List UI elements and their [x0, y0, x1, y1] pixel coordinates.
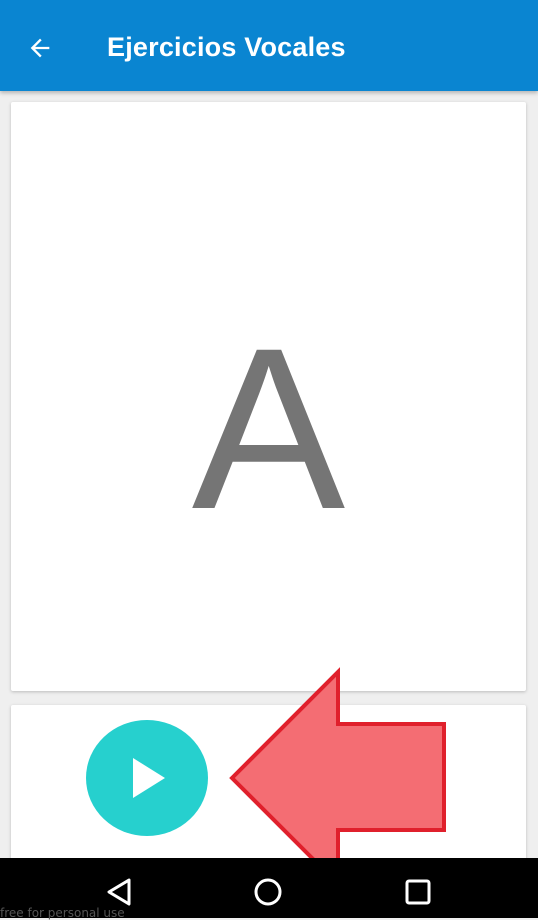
- letter-card: A: [11, 102, 526, 691]
- app-bar: Ejercicios Vocales: [0, 0, 538, 91]
- nav-home-button[interactable]: [248, 872, 288, 912]
- vowel-letter: A: [191, 300, 346, 557]
- back-button[interactable]: [20, 28, 60, 68]
- page-title: Ejercicios Vocales: [107, 32, 346, 62]
- circle-home-icon: [254, 878, 282, 906]
- play-icon: [133, 758, 165, 798]
- play-button[interactable]: [86, 720, 208, 836]
- square-recent-icon: [405, 879, 431, 905]
- triangle-back-icon: [107, 878, 131, 906]
- arrow-left-icon: [30, 38, 50, 58]
- nav-recent-button[interactable]: [398, 872, 438, 912]
- annotation-arrow-icon: [229, 667, 446, 889]
